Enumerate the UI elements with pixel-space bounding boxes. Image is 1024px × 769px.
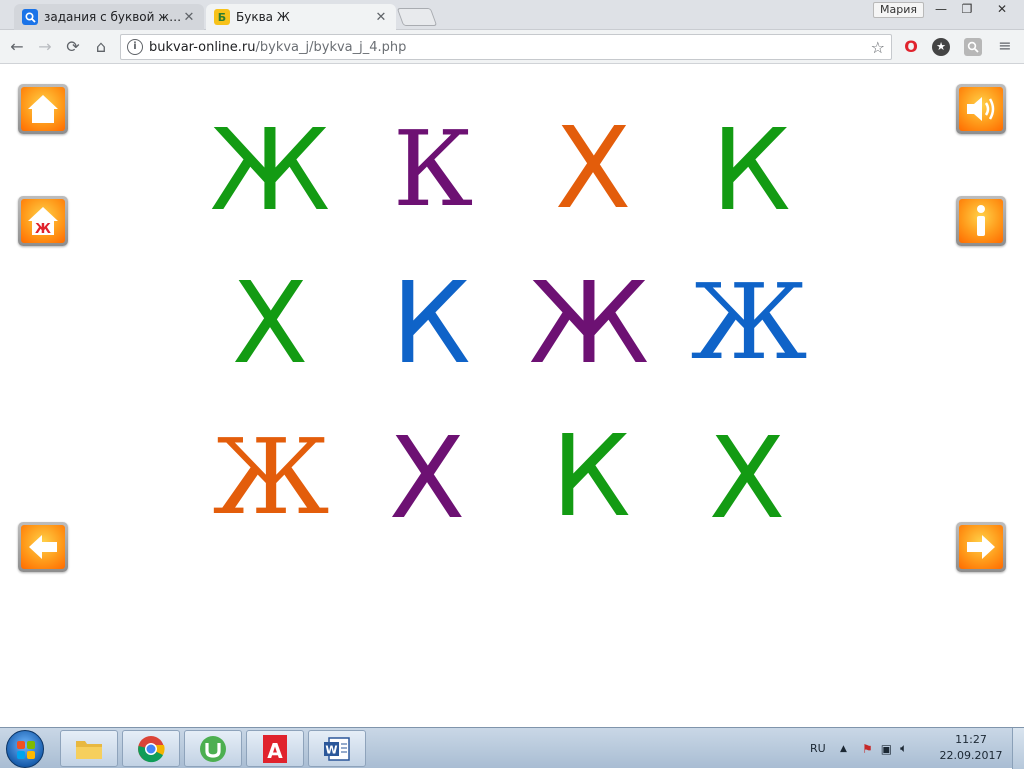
tab-title: Буква Ж [236,10,290,24]
word-letter: W [325,743,337,756]
input-language[interactable]: RU [810,728,826,769]
utorrent-icon [200,735,226,762]
letter-tile[interactable]: К [516,421,666,533]
word-icon: W [324,736,350,761]
windows-logo-icon [17,741,35,759]
page-content: Ж Ж К Х К Х К Ж Ж Ж Х К Х [0,65,1024,727]
action-center-flag-icon[interactable]: ⚑ [862,742,873,756]
next-button[interactable] [956,522,1006,572]
letter-tile[interactable]: Х [672,423,822,535]
address-bar[interactable]: i bukvar-online.ru/bykva_j/bykva_j_4.php… [120,34,892,60]
letter-tile[interactable]: Ж [674,270,824,374]
taskbar-word[interactable]: W [308,730,366,767]
house-letter-icon: Ж [28,207,58,237]
letter-tile[interactable]: Х [352,423,502,535]
letter-tile[interactable]: Х [518,113,668,225]
info-button[interactable] [956,196,1006,246]
reload-icon[interactable]: ⟳ [62,37,84,57]
favorites-extension-icon[interactable]: ★ [932,38,950,56]
info-icon[interactable]: i [127,39,143,55]
menu-icon[interactable]: ≡ [996,38,1014,56]
close-tab-icon[interactable]: ✕ [374,10,388,25]
network-icon[interactable]: ▣ [881,742,892,756]
close-window-icon[interactable]: ✕ [984,0,1020,18]
folder-icon [76,740,102,759]
taskbar-utorrent[interactable] [184,730,242,767]
abbyy-letter: A [267,739,283,763]
home-button[interactable] [18,84,68,134]
search-extension-icon[interactable] [964,38,982,56]
show-hidden-icons-icon[interactable]: ▲ [840,728,847,769]
minimize-icon[interactable]: — [928,0,954,18]
forward-arrow-icon[interactable]: → [34,37,56,57]
back-arrow-icon[interactable]: ← [6,37,28,57]
bukva-favicon: Б [214,9,230,25]
bookmark-star-icon[interactable]: ☆ [871,38,885,57]
house-icon [28,95,58,123]
tab-title: задания с буквой ж Ж - [44,10,182,24]
home-icon[interactable]: ⌂ [90,37,112,57]
sound-button[interactable] [956,84,1006,134]
show-desktop-button[interactable] [1012,728,1024,769]
system-tray: ⚑ ▣ 🔈︎ [862,728,907,769]
letter-tile[interactable]: К [358,117,508,221]
start-button[interactable] [6,730,44,768]
url-host: bukvar-online.ru [149,39,256,55]
tab-bukva-zh[interactable]: Б Буква Ж ✕ [206,4,396,30]
house-letter-badge: Ж [35,222,51,237]
abbyy-icon: A [263,734,287,763]
profile-name[interactable]: Мария [873,2,924,18]
info-i-icon [977,205,985,236]
letter-home-button[interactable]: Ж [18,196,68,246]
letter-tile[interactable]: К [676,115,826,227]
tab-search-results[interactable]: задания с буквой ж Ж - ✕ [14,4,204,30]
clock[interactable]: 11:27 22.09.2017 [936,732,1006,764]
taskbar-abbyy[interactable]: A [246,730,304,767]
letter-tile[interactable]: Ж [195,115,345,227]
letter-tile[interactable]: Ж [196,425,346,529]
letter-tile[interactable]: Х [195,268,345,380]
taskbar-explorer[interactable] [60,730,118,767]
speaker-icon [967,97,995,121]
url-path: /bykva_j/bykva_j_4.php [255,39,407,55]
arrow-right-icon [967,535,995,559]
close-tab-icon[interactable]: ✕ [182,10,196,25]
previous-button[interactable] [18,522,68,572]
search-icon [22,9,38,25]
restore-icon[interactable]: ❐ [954,0,980,18]
clock-date: 22.09.2017 [939,749,1003,762]
letter-tile[interactable]: К [356,268,506,380]
taskbar-chrome[interactable] [122,730,180,767]
arrow-left-icon [29,535,57,559]
opera-extension-icon[interactable]: O [902,38,920,56]
new-tab-button[interactable] [396,8,438,26]
clock-time: 11:27 [955,733,987,746]
browser-titlebar: задания с буквой ж Ж - ✕ Б Буква Ж ✕ Мар… [0,0,1024,30]
browser-toolbar: ← → ⟳ ⌂ i bukvar-online.ru/bykva_j/bykva… [0,30,1024,64]
volume-icon[interactable]: 🔈︎ [900,741,907,756]
letter-tile[interactable]: Ж [514,268,664,380]
chrome-icon [138,735,165,762]
windows-taskbar: A W RU ▲ ⚑ ▣ 🔈︎ 11:27 22.09.2017 [0,727,1024,769]
